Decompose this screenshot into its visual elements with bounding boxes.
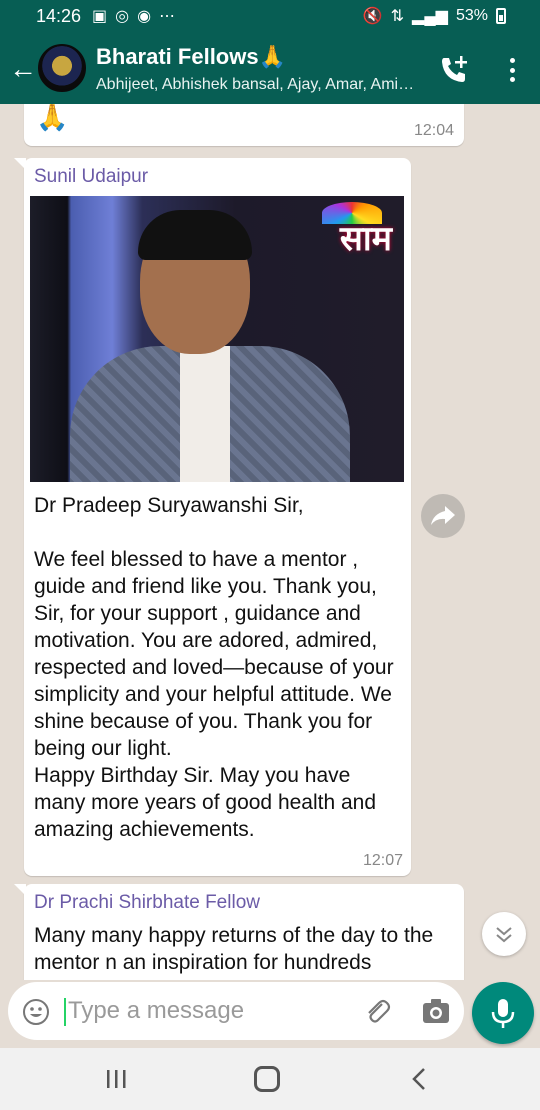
message-bubble[interactable]: Sunil Udaipur साम Dr Pradeep Suryawanshi… <box>14 158 411 876</box>
status-time: 14:26 <box>36 6 82 26</box>
system-nav-bar <box>0 1048 540 1110</box>
message-text: 🙏 <box>36 104 69 132</box>
microphone-icon <box>491 999 515 1028</box>
message-image[interactable]: साम <box>30 196 404 482</box>
battery-percent: 53% <box>455 7 488 24</box>
notification-icons: ▣ ◎ ◉ ⋯ <box>92 6 175 26</box>
group-title[interactable]: Bharati Fellows🙏 <box>96 44 286 70</box>
more-notifications-icon: ⋯ <box>159 8 176 25</box>
add-call-icon[interactable] <box>438 54 470 86</box>
message-text: Dr Pradeep Suryawanshi Sir, We feel bles… <box>34 494 394 841</box>
data-icon: ⇅ <box>390 8 405 25</box>
recent-apps-icon[interactable] <box>104 1068 128 1090</box>
message-time: 12:07 <box>362 852 403 869</box>
mute-icon: 🔇 <box>362 8 383 25</box>
scroll-down-button[interactable] <box>482 912 526 956</box>
message-bubble[interactable]: 🙏 12:04 <box>24 104 464 146</box>
message-text: Many many happy returns of the day to th… <box>34 924 440 974</box>
chat-area[interactable]: 🙏 12:04 Sunil Udaipur साम Dr Pradeep Sur… <box>0 104 540 980</box>
message-sender[interactable]: Sunil Udaipur <box>34 166 148 188</box>
group-members[interactable]: Abhijeet, Abhishek bansal, Ajay, Amar, A… <box>96 76 436 94</box>
message-composer <box>8 982 464 1040</box>
message-time: 12:04 <box>413 122 454 139</box>
message-input[interactable] <box>68 994 358 1028</box>
status-right: 🔇 ⇅ ▂▄▆ 53% <box>363 6 506 26</box>
attach-icon[interactable] <box>362 996 392 1026</box>
message-bubble[interactable]: Dr Prachi Shirbhate Fellow Many many hap… <box>14 884 464 980</box>
mic-button[interactable] <box>472 982 534 1044</box>
whatsapp-icon: ◎ <box>115 8 130 25</box>
chrome-icon: ◉ <box>137 8 152 25</box>
back-arrow-icon[interactable]: ← <box>8 54 38 84</box>
text-caret <box>64 998 66 1026</box>
message-sender[interactable]: Dr Prachi Shirbhate Fellow <box>34 892 260 914</box>
battery-icon <box>496 8 506 24</box>
forward-icon[interactable] <box>421 494 465 538</box>
group-avatar[interactable] <box>38 44 86 92</box>
status-bar: 14:26 ▣ ◎ ◉ ⋯ 🔇 ⇅ ▂▄▆ 53% <box>0 0 540 34</box>
emoji-icon[interactable] <box>22 998 50 1026</box>
more-options-icon[interactable] <box>502 54 522 86</box>
channel-logo: साम <box>339 220 392 258</box>
camera-icon[interactable] <box>422 998 450 1024</box>
gallery-icon: ▣ <box>92 8 108 25</box>
nav-back-icon[interactable] <box>408 1066 432 1092</box>
signal-icon: ▂▄▆ <box>412 8 448 25</box>
chat-header: ← Bharati Fellows🙏 Abhijeet, Abhishek ba… <box>0 34 540 104</box>
double-chevron-down-icon <box>496 927 512 943</box>
home-icon[interactable] <box>254 1066 280 1092</box>
